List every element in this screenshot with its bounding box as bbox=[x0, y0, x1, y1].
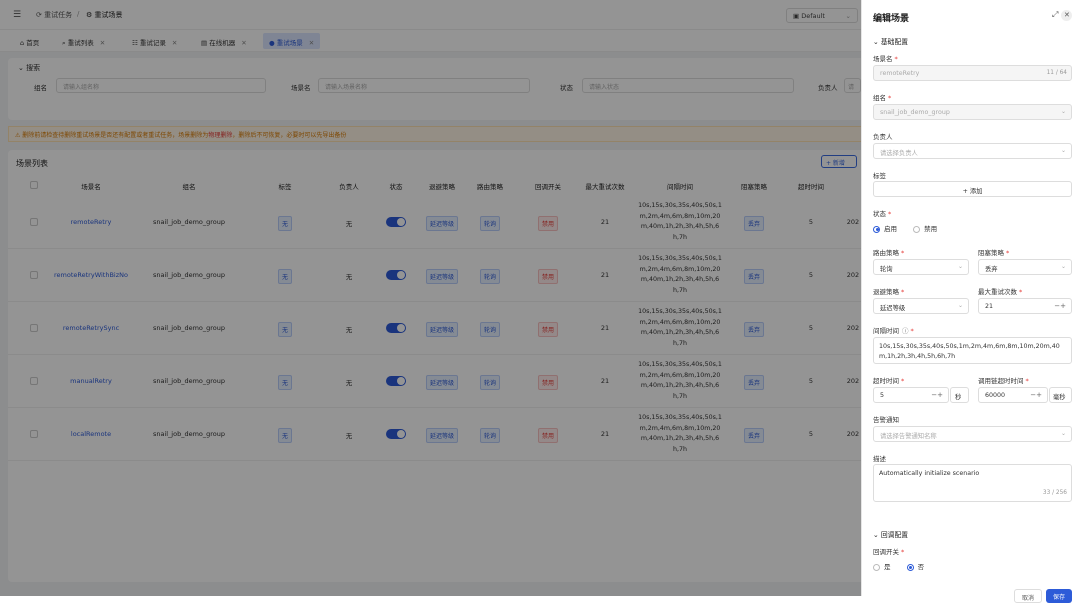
cancel-button[interactable]: 取消 bbox=[1014, 589, 1043, 603]
group-name-field: snail_job_demo_group ⌄ bbox=[873, 104, 1072, 120]
radio-icon bbox=[873, 563, 880, 571]
label-text: 退避策略 bbox=[873, 288, 899, 296]
timeout-label: 超时时间 * bbox=[873, 377, 905, 385]
scene-name-field: remoteRetry 11 / 64 bbox=[873, 65, 1072, 81]
radio-label: 禁用 bbox=[924, 225, 938, 233]
field-value: 60000 bbox=[985, 392, 1006, 399]
label-text: 路由策略 bbox=[873, 249, 899, 257]
status-label: 状态 * bbox=[873, 210, 892, 218]
label-text: 阻塞策略 bbox=[978, 249, 1004, 257]
char-counter: 11 / 64 bbox=[1046, 70, 1067, 76]
owner-label: 负责人 bbox=[873, 131, 893, 141]
close-icon[interactable]: ✕ bbox=[1061, 10, 1073, 21]
alarm-label: 告警通知 bbox=[873, 414, 899, 424]
radio-icon bbox=[906, 563, 914, 571]
route-strategy-label: 路由策略 * bbox=[873, 249, 905, 257]
label-text: 告警通知 bbox=[873, 416, 899, 424]
field-value: remoteRetry bbox=[880, 70, 920, 77]
field-value: 丢弃 bbox=[985, 266, 998, 273]
call-timeout-stepper[interactable]: 60000 −+ bbox=[978, 387, 1048, 403]
tag-label: 标签 bbox=[873, 170, 886, 180]
status-enabled-radio[interactable]: 启用 bbox=[873, 225, 897, 233]
timeout-unit: 秒 bbox=[950, 387, 969, 403]
group-name-label: 组名 * bbox=[873, 94, 892, 102]
chevron-down-icon: ⌄ bbox=[957, 263, 963, 270]
field-value: snail_job_demo_group bbox=[880, 109, 950, 116]
status-radio-group: 启用 禁用 bbox=[873, 223, 951, 233]
interval-label: 间隔时间 ⓘ * bbox=[873, 327, 914, 335]
status-disabled-radio[interactable]: 禁用 bbox=[913, 225, 937, 233]
block-strategy-select[interactable]: 丢弃 ⌄ bbox=[978, 259, 1072, 275]
stepper-controls[interactable]: −+ bbox=[1054, 302, 1066, 310]
radio-icon bbox=[913, 225, 921, 233]
description-label: 描述 bbox=[873, 453, 886, 463]
chevron-down-icon: ⌄ bbox=[1060, 263, 1066, 270]
alarm-select[interactable]: 请选择告警通知名称 ⌄ bbox=[873, 426, 1072, 442]
radio-label: 否 bbox=[917, 563, 925, 571]
chevron-down-icon: ⌄ bbox=[1060, 108, 1066, 115]
stepper-controls[interactable]: −+ bbox=[931, 391, 943, 399]
section-title: 基础配置 bbox=[880, 38, 909, 46]
label-text: 最大重试次数 bbox=[978, 288, 1017, 296]
radio-label: 是 bbox=[884, 563, 891, 571]
stepper-controls[interactable]: −+ bbox=[1030, 391, 1042, 399]
backoff-strategy-label: 退避策略 * bbox=[873, 288, 905, 296]
drawer-title: 编辑场景 bbox=[873, 14, 910, 24]
section-title: 回调配置 bbox=[880, 531, 909, 539]
field-placeholder: 请选择负责人 bbox=[880, 150, 918, 157]
callback-radio-group: 是 否 bbox=[873, 561, 938, 571]
label-text: 标签 bbox=[873, 172, 886, 180]
callback-yes-radio[interactable]: 是 bbox=[873, 563, 891, 571]
chevron-down-icon: ⌄ bbox=[957, 302, 963, 309]
label-text: 负责人 bbox=[873, 133, 893, 141]
timeout-stepper[interactable]: 5 −+ bbox=[873, 387, 949, 403]
field-value: Automatically initialize scenario bbox=[879, 470, 980, 477]
drawer-actions: ⤢ ✕ bbox=[1052, 10, 1073, 21]
chevron-down-icon: ⌄ bbox=[873, 531, 881, 539]
max-retry-label: 最大重试次数 * bbox=[978, 288, 1023, 296]
modal-overlay[interactable] bbox=[0, 0, 861, 596]
call-timeout-label: 调用链超时时间 * bbox=[978, 377, 1029, 385]
chevron-down-icon: ⌄ bbox=[1060, 430, 1066, 437]
max-retry-stepper[interactable]: 21 −+ bbox=[978, 298, 1072, 314]
callback-switch-label: 回调开关 * bbox=[873, 548, 905, 556]
label-text: 场景名 bbox=[873, 55, 893, 63]
block-strategy-label: 阻塞策略 * bbox=[978, 249, 1010, 257]
add-tag-button[interactable]: + 添加 bbox=[873, 181, 1072, 197]
label-text: 超时时间 bbox=[873, 377, 899, 385]
label-text: 调用链超时时间 bbox=[978, 377, 1024, 385]
label-text: 描述 bbox=[873, 455, 886, 463]
label-text: 组名 bbox=[873, 94, 886, 102]
callback-no-radio[interactable]: 否 bbox=[906, 563, 925, 571]
route-strategy-select[interactable]: 轮询 ⌄ bbox=[873, 259, 969, 275]
description-textarea[interactable]: Automatically initialize scenario 33 / 25… bbox=[873, 464, 1072, 502]
chevron-down-icon: ⌄ bbox=[1060, 147, 1066, 154]
label-text: 间隔时间 bbox=[873, 327, 899, 335]
radio-label: 启用 bbox=[884, 225, 897, 233]
info-icon: ⓘ bbox=[902, 327, 909, 335]
save-button[interactable]: 保存 bbox=[1046, 589, 1073, 603]
owner-select[interactable]: 请选择负责人 ⌄ bbox=[873, 143, 1072, 159]
label-text: 状态 bbox=[873, 210, 886, 218]
basic-config-section[interactable]: ⌄ 基础配置 bbox=[873, 36, 908, 46]
label-text: 回调开关 bbox=[873, 548, 899, 556]
field-value: 轮询 bbox=[880, 266, 893, 273]
chevron-down-icon: ⌄ bbox=[873, 38, 881, 46]
field-value: 延迟等级 bbox=[880, 305, 906, 312]
callback-config-section[interactable]: ⌄ 回调配置 bbox=[873, 529, 908, 539]
backoff-strategy-select[interactable]: 延迟等级 ⌄ bbox=[873, 298, 969, 314]
expand-icon[interactable]: ⤢ bbox=[1052, 10, 1058, 19]
interval-input[interactable]: 10s,15s,30s,35s,40s,50s,1m,2m,4m,6m,8m,1… bbox=[873, 337, 1072, 364]
char-counter: 33 / 256 bbox=[1042, 490, 1067, 496]
edit-scene-drawer: 编辑场景 ⤢ ✕ ⌄ 基础配置 场景名 * remoteRetry 11 / 64 组… bbox=[861, 0, 1080, 603]
app-background: ☰ ⟳ 重试任务 / ⚙ 重试场景 ▣ Default ⌄ ⌂ 首页 ⌕ 重试列表… bbox=[0, 0, 1080, 603]
scene-name-label: 场景名 * bbox=[873, 55, 898, 63]
radio-icon bbox=[873, 225, 880, 233]
call-timeout-unit: 毫秒 bbox=[1049, 387, 1072, 403]
field-value: 5 bbox=[880, 392, 885, 399]
field-placeholder: 请选择告警通知名称 bbox=[880, 433, 937, 440]
field-value: 21 bbox=[985, 303, 994, 310]
